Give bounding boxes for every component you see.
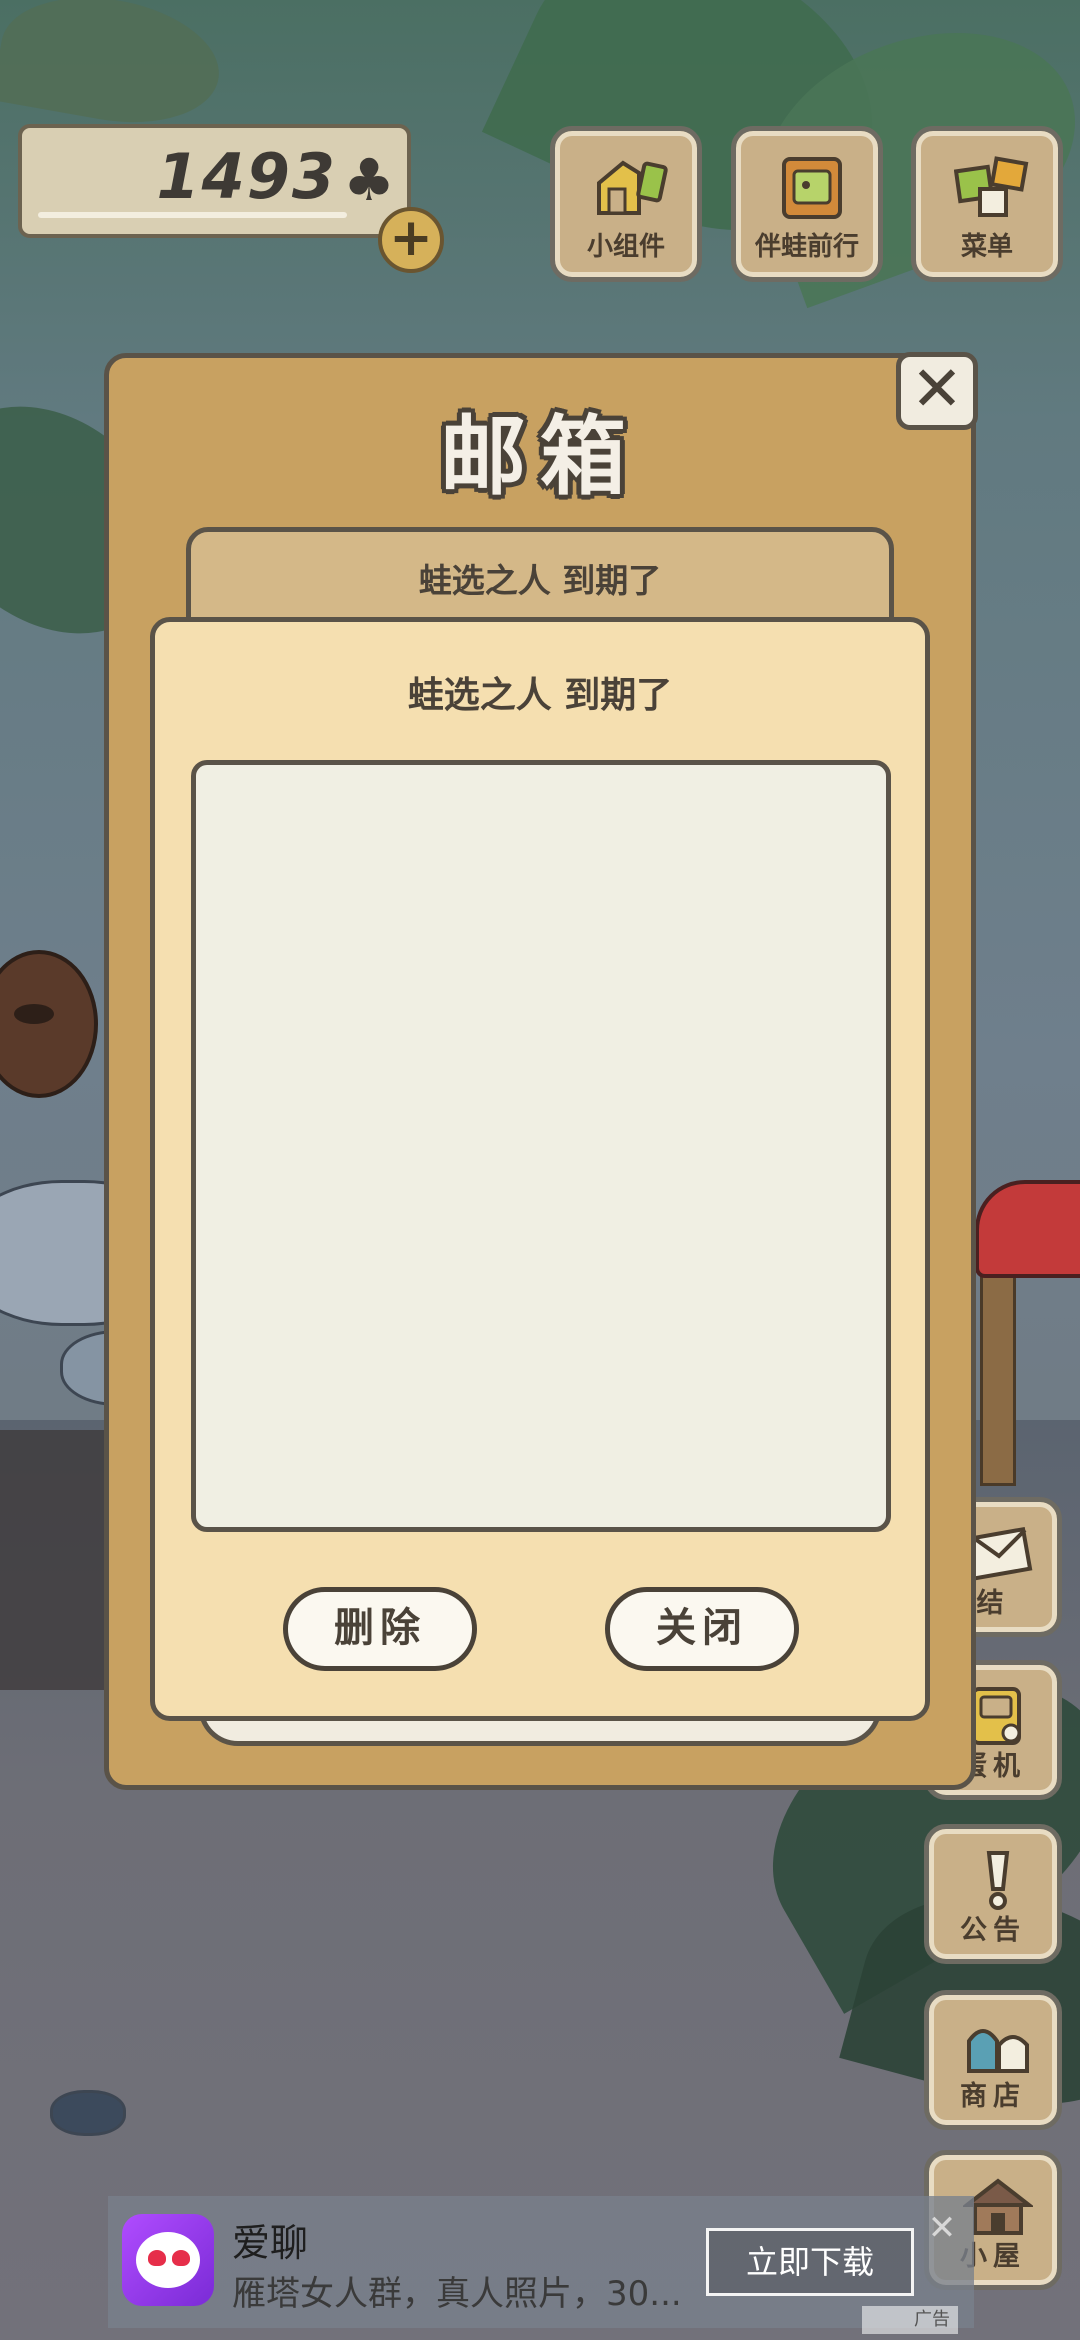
widget-button[interactable]: 小组件 bbox=[550, 126, 702, 282]
download-button[interactable]: 立即下载 bbox=[706, 2228, 914, 2296]
close-icon[interactable]: ✕ bbox=[896, 352, 978, 430]
mail-detail-card: 蛙选之人 到期了 删除 关闭 bbox=[150, 617, 930, 1721]
close-mail-button[interactable]: 关闭 bbox=[605, 1587, 799, 1671]
mail-subject: 蛙选之人 到期了 bbox=[418, 561, 662, 600]
menu-label: 菜单 bbox=[960, 232, 1013, 262]
mailbox-post bbox=[980, 1260, 1016, 1486]
menu-button[interactable]: 菜单 bbox=[911, 126, 1063, 282]
rock bbox=[50, 2090, 126, 2136]
journey-label: 伴蛙前行 bbox=[754, 232, 859, 262]
app-logo-icon bbox=[122, 2214, 214, 2306]
heart-eye bbox=[148, 2250, 166, 2266]
leaf-decoration bbox=[0, 0, 229, 139]
heart-eye bbox=[172, 2250, 190, 2266]
mail-detail-subject: 蛙选之人 到期了 bbox=[407, 675, 673, 716]
plus-icon[interactable]: + bbox=[378, 207, 444, 273]
menu-icon bbox=[954, 156, 1029, 217]
delete-button[interactable]: 删除 bbox=[283, 1587, 477, 1671]
clover-bar bbox=[38, 212, 347, 218]
dialog-title: 邮箱 bbox=[440, 407, 640, 507]
seed-creature bbox=[0, 950, 98, 1098]
ad-banner[interactable]: 爱聊 雁塔女人群，真人照片，30... 立即下载 ✕ bbox=[108, 2196, 974, 2328]
side-button-label: 公告 bbox=[960, 1915, 1026, 1946]
shop-bag-icon bbox=[967, 2029, 1029, 2073]
cat-face bbox=[136, 2232, 200, 2288]
album-icon bbox=[782, 157, 842, 219]
mail-list-item[interactable]: 蛙选之人 到期了 bbox=[186, 527, 894, 627]
clover-counter: 1493 ♣ bbox=[18, 124, 411, 238]
clover-icon: ♣ bbox=[343, 146, 395, 214]
widget-label: 小组件 bbox=[586, 232, 665, 262]
side-button-label: 商店 bbox=[960, 2081, 1026, 2112]
ad-app-name: 爱聊 bbox=[232, 2221, 309, 2265]
side-button-shop[interactable]: 商店 bbox=[924, 1990, 1062, 2130]
exclamation-icon bbox=[986, 1851, 1010, 1910]
clover-count: 1493 bbox=[156, 140, 337, 213]
ad-close-icon[interactable]: ✕ bbox=[924, 2210, 960, 2246]
mail-body bbox=[191, 760, 891, 1532]
ad-description: 雁塔女人群，真人照片，30... bbox=[232, 2274, 682, 2314]
ad-tag: 广告 bbox=[862, 2306, 958, 2334]
journey-button[interactable]: 伴蛙前行 bbox=[731, 126, 883, 282]
side-button-notice[interactable]: 公告 bbox=[924, 1824, 1062, 1964]
widget-icon bbox=[597, 160, 668, 215]
garden-mailbox[interactable] bbox=[975, 1180, 1080, 1278]
